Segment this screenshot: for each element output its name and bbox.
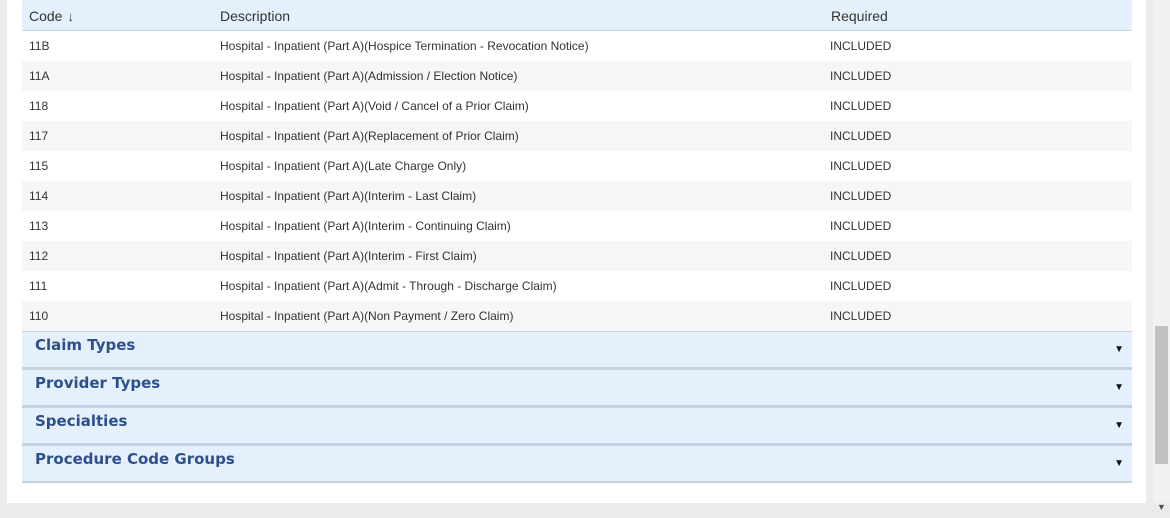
bottom-bar bbox=[0, 503, 1153, 518]
table-row[interactable]: 11B Hospital - Inpatient (Part A)(Hospic… bbox=[22, 31, 1132, 61]
section-title: Provider Types bbox=[35, 374, 161, 392]
table-row[interactable]: 118 Hospital - Inpatient (Part A)(Void /… bbox=[22, 91, 1132, 121]
cell-description: Hospital - Inpatient (Part A)(Hospice Te… bbox=[220, 39, 589, 53]
cell-code: 117 bbox=[29, 129, 49, 143]
caret-down-icon[interactable]: ▼ bbox=[1114, 420, 1124, 431]
column-header-description[interactable]: Description bbox=[220, 8, 290, 24]
cell-required: INCLUDED bbox=[830, 159, 892, 173]
table-row[interactable]: 113 Hospital - Inpatient (Part A)(Interi… bbox=[22, 211, 1132, 241]
cell-code: 111 bbox=[29, 279, 48, 293]
section-claim-types[interactable]: Claim Types ▼ bbox=[22, 331, 1132, 369]
cell-code: 11A bbox=[29, 69, 50, 83]
cell-description: Hospital - Inpatient (Part A)(Admission … bbox=[220, 69, 518, 83]
section-title: Specialties bbox=[35, 412, 128, 430]
cell-code: 110 bbox=[29, 309, 49, 323]
table-row[interactable]: 11A Hospital - Inpatient (Part A)(Admiss… bbox=[22, 61, 1132, 91]
section-provider-types[interactable]: Provider Types ▼ bbox=[22, 369, 1132, 407]
cell-description: Hospital - Inpatient (Part A)(Late Charg… bbox=[220, 159, 467, 173]
section-specialties[interactable]: Specialties ▼ bbox=[22, 407, 1132, 445]
section-procedure-code-groups[interactable]: Procedure Code Groups ▼ bbox=[22, 445, 1132, 483]
cell-description: Hospital - Inpatient (Part A)(Interim - … bbox=[220, 189, 477, 203]
cell-code: 115 bbox=[29, 159, 49, 173]
section-title: Claim Types bbox=[35, 336, 136, 354]
page: Code ↓ Description Required 11B Hospital … bbox=[0, 0, 1153, 503]
table-header: Code ↓ Description Required bbox=[22, 0, 1132, 31]
scrollbar-thumb[interactable] bbox=[1155, 326, 1168, 464]
cell-code: 112 bbox=[29, 249, 49, 263]
cell-code: 114 bbox=[29, 189, 49, 203]
column-header-code-label: Code bbox=[29, 8, 63, 24]
cell-description: Hospital - Inpatient (Part A)(Void / Can… bbox=[220, 99, 529, 113]
table-body: 11B Hospital - Inpatient (Part A)(Hospic… bbox=[22, 31, 1132, 331]
cell-code: 11B bbox=[29, 39, 50, 53]
scroll-down-icon[interactable]: ▼ bbox=[1157, 502, 1166, 512]
cell-description: Hospital - Inpatient (Part A)(Interim - … bbox=[220, 219, 511, 233]
caret-down-icon[interactable]: ▼ bbox=[1114, 382, 1124, 393]
caret-down-icon[interactable]: ▼ bbox=[1114, 458, 1124, 469]
cell-description: Hospital - Inpatient (Part A)(Interim - … bbox=[220, 249, 477, 263]
table-row[interactable]: 115 Hospital - Inpatient (Part A)(Late C… bbox=[22, 151, 1132, 181]
cell-required: INCLUDED bbox=[830, 279, 892, 293]
cell-required: INCLUDED bbox=[830, 69, 892, 83]
cell-required: INCLUDED bbox=[830, 39, 892, 53]
vertical-scrollbar[interactable]: ▼ bbox=[1153, 0, 1170, 512]
cell-required: INCLUDED bbox=[830, 189, 892, 203]
cell-code: 113 bbox=[29, 219, 49, 233]
cell-description: Hospital - Inpatient (Part A)(Replacemen… bbox=[220, 129, 519, 143]
section-title: Procedure Code Groups bbox=[35, 450, 235, 468]
table-row[interactable]: 111 Hospital - Inpatient (Part A)(Admit … bbox=[22, 271, 1132, 301]
bill-types-table: Code ↓ Description Required 11B Hospital … bbox=[22, 0, 1132, 331]
column-header-required[interactable]: Required bbox=[831, 8, 888, 24]
cell-required: INCLUDED bbox=[830, 219, 892, 233]
table-row[interactable]: 114 Hospital - Inpatient (Part A)(Interi… bbox=[22, 181, 1132, 211]
caret-down-icon[interactable]: ▼ bbox=[1114, 344, 1124, 355]
cell-description: Hospital - Inpatient (Part A)(Admit - Th… bbox=[220, 279, 557, 293]
cell-required: INCLUDED bbox=[830, 309, 892, 323]
table-row[interactable]: 112 Hospital - Inpatient (Part A)(Interi… bbox=[22, 241, 1132, 271]
cell-description: Hospital - Inpatient (Part A)(Non Paymen… bbox=[220, 309, 514, 323]
cell-required: INCLUDED bbox=[830, 249, 892, 263]
column-header-code[interactable]: Code ↓ bbox=[29, 8, 74, 24]
table-row[interactable]: 110 Hospital - Inpatient (Part A)(Non Pa… bbox=[22, 301, 1132, 331]
cell-required: INCLUDED bbox=[830, 99, 892, 113]
cell-code: 118 bbox=[29, 99, 49, 113]
arrow-down-icon[interactable]: ↓ bbox=[67, 9, 74, 24]
cell-required: INCLUDED bbox=[830, 129, 892, 143]
table-row[interactable]: 117 Hospital - Inpatient (Part A)(Replac… bbox=[22, 121, 1132, 151]
